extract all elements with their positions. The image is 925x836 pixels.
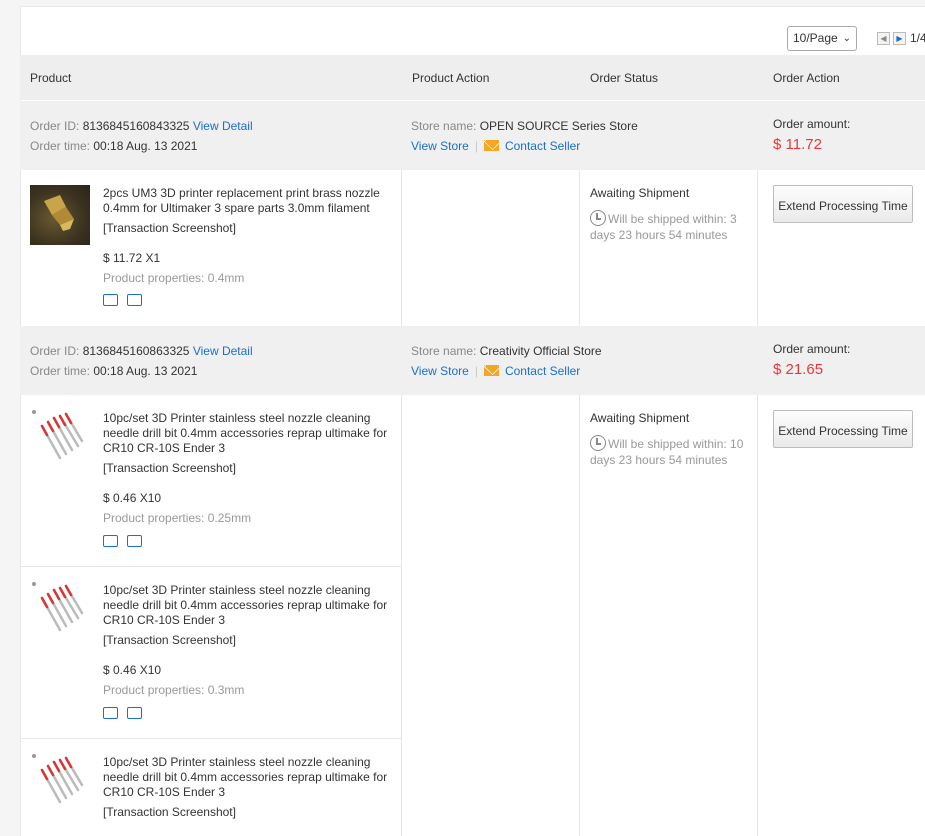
view-store-link[interactable]: View Store: [411, 139, 469, 153]
order-id: 8136845160843325: [82, 119, 190, 133]
pagination: 10/Page ⌄ ◀ ▶ 1/4: [787, 25, 925, 51]
header-product-action: Product Action: [412, 71, 490, 85]
return-icon[interactable]: [127, 294, 142, 306]
chevron-down-icon: ⌄: [842, 32, 851, 44]
order-header: Order ID: 8136845160843325 View Detail O…: [20, 101, 925, 170]
shipping-truck-icon[interactable]: [103, 294, 118, 306]
table-header: Product Product Action Order Status Orde…: [20, 55, 925, 100]
view-detail-link[interactable]: View Detail: [193, 119, 253, 133]
order-amount: $ 21.65: [773, 361, 824, 378]
order-id-label: Order ID:: [30, 119, 80, 133]
shipping-truck-icon[interactable]: [103, 707, 118, 719]
divider: [757, 170, 758, 326]
divider: |: [474, 364, 478, 378]
divider: [401, 170, 402, 326]
view-store-link[interactable]: View Store: [411, 364, 469, 378]
product-properties: Product properties: 0.4mm: [103, 271, 245, 285]
divider: [579, 395, 580, 836]
order-id-line: Order ID: 8136845160843325 View Detail: [30, 119, 253, 133]
store-links: View Store | Contact Seller: [411, 139, 580, 153]
transaction-screenshot-link[interactable]: [Transaction Screenshot]: [103, 221, 236, 235]
transaction-screenshot-link[interactable]: [Transaction Screenshot]: [103, 633, 236, 647]
shipping-truck-icon[interactable]: [103, 535, 118, 547]
shipping-countdown-text: Will be shipped within: 10 days 23 hours…: [590, 437, 744, 467]
header-order-action: Order Action: [773, 71, 840, 85]
product-image[interactable]: [30, 580, 90, 640]
product-title[interactable]: 2pcs UM3 3D printer replacement print br…: [103, 186, 399, 216]
clock-icon: [590, 435, 606, 451]
order-status: Awaiting Shipment: [590, 186, 690, 200]
return-icon[interactable]: [127, 535, 142, 547]
store-name-label: Store name:: [411, 344, 477, 358]
product-image[interactable]: [30, 185, 90, 245]
order-time-label: Order time:: [30, 139, 91, 153]
page-size-value: 10/Page: [793, 31, 838, 45]
header-order-status: Order Status: [590, 71, 659, 85]
store-name-label: Store name:: [411, 119, 477, 133]
divider: [401, 395, 402, 836]
order-time: 00:18 Aug. 13 2021: [93, 364, 198, 378]
order-id: 8136845160863325: [82, 344, 190, 358]
page-indicator: 1/4: [910, 31, 925, 45]
price-quantity: $ 11.72 X1: [103, 251, 161, 265]
return-icon[interactable]: [127, 707, 142, 719]
mail-icon: [483, 140, 499, 151]
order-header: Order ID: 8136845160863325 View Detail O…: [20, 326, 925, 395]
product-title[interactable]: 10pc/set 3D Printer stainless steel nozz…: [103, 583, 399, 628]
order-id-label: Order ID:: [30, 344, 80, 358]
cleaning-needles-icon: [32, 582, 84, 632]
product-image[interactable]: [30, 752, 90, 812]
order-time: 00:18 Aug. 13 2021: [93, 139, 198, 153]
order-status: Awaiting Shipment: [590, 411, 690, 425]
product-properties: Product properties: 0.25mm: [103, 511, 252, 525]
contact-seller-link[interactable]: Contact Seller: [505, 139, 580, 153]
price-quantity: $ 0.46 X10: [103, 663, 162, 677]
shipping-countdown: Will be shipped within: 3 days 23 hours …: [590, 210, 760, 243]
prev-page-button[interactable]: ◀: [877, 31, 890, 45]
header-product: Product: [30, 71, 72, 85]
clock-icon: [590, 210, 606, 226]
order-amount-label: Order amount:: [773, 342, 851, 356]
store-name: OPEN SOURCE Series Store: [479, 119, 638, 133]
price-quantity: $ 0.46 X10: [103, 491, 162, 505]
divider: [20, 566, 401, 567]
view-detail-link[interactable]: View Detail: [193, 344, 253, 358]
extend-processing-time-button[interactable]: Extend Processing Time: [773, 185, 913, 223]
order-id-line: Order ID: 8136845160863325 View Detail: [30, 344, 253, 358]
product-title[interactable]: 10pc/set 3D Printer stainless steel nozz…: [103, 755, 399, 800]
order-time-line: Order time: 00:18 Aug. 13 2021: [30, 139, 197, 153]
store-name-line: Store name: Creativity Official Store: [411, 344, 602, 358]
brass-nozzle-icon: [44, 195, 74, 231]
contact-seller-link[interactable]: Contact Seller: [505, 364, 580, 378]
order-amount-label: Order amount:: [773, 117, 851, 131]
store-name-line: Store name: OPEN SOURCE Series Store: [411, 119, 638, 133]
store-name: Creativity Official Store: [479, 344, 602, 358]
order-time-line: Order time: 00:18 Aug. 13 2021: [30, 364, 197, 378]
product-properties: Product properties: 0.3mm: [103, 683, 245, 697]
cleaning-needles-icon: [32, 410, 84, 460]
product-title[interactable]: 10pc/set 3D Printer stainless steel nozz…: [103, 411, 399, 456]
divider: |: [474, 139, 478, 153]
transaction-screenshot-link[interactable]: [Transaction Screenshot]: [103, 805, 236, 819]
extend-processing-time-button[interactable]: Extend Processing Time: [773, 410, 913, 448]
cleaning-needles-icon: [32, 754, 84, 804]
shipping-countdown: Will be shipped within: 10 days 23 hours…: [590, 435, 760, 468]
product-image[interactable]: [30, 408, 90, 468]
mail-icon: [483, 365, 499, 376]
store-links: View Store | Contact Seller: [411, 364, 580, 378]
next-page-button[interactable]: ▶: [893, 31, 906, 45]
page-size-select[interactable]: 10/Page ⌄: [787, 25, 857, 51]
divider: [20, 738, 401, 739]
transaction-screenshot-link[interactable]: [Transaction Screenshot]: [103, 461, 236, 475]
order-time-label: Order time:: [30, 364, 91, 378]
divider: [579, 170, 580, 326]
shipping-countdown-text: Will be shipped within: 3 days 23 hours …: [590, 212, 737, 242]
order-amount: $ 11.72: [773, 136, 822, 153]
